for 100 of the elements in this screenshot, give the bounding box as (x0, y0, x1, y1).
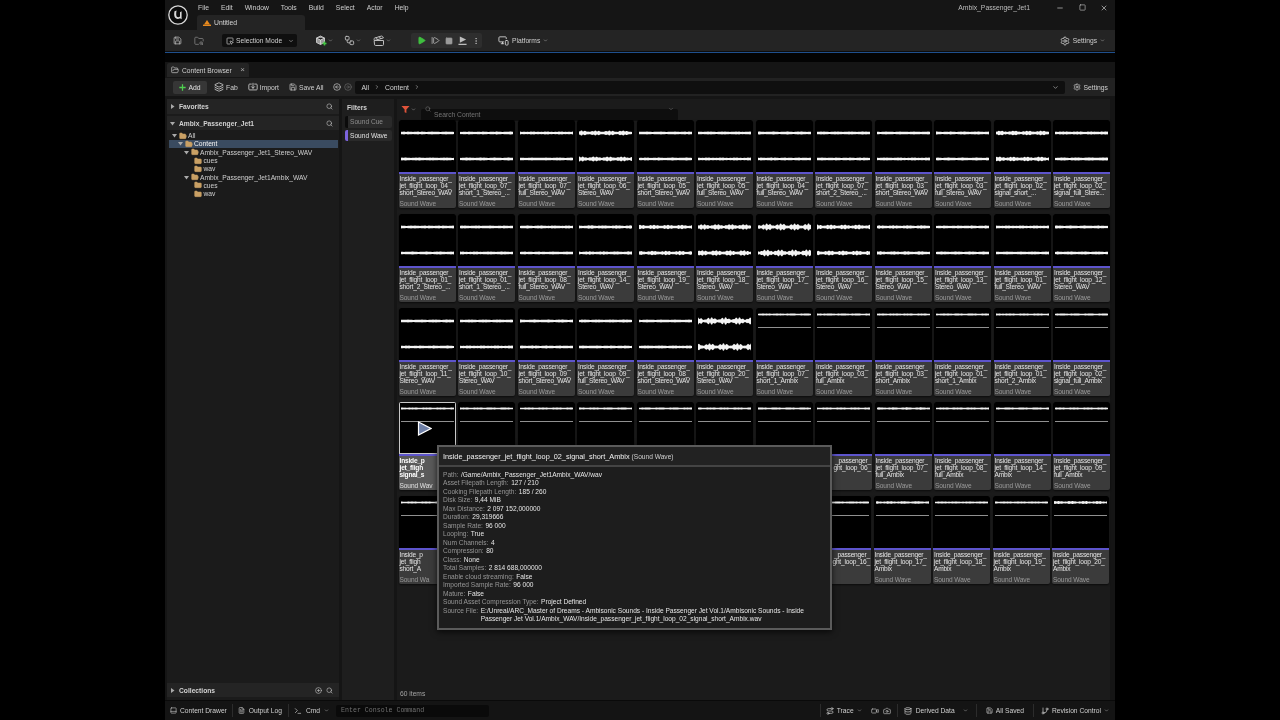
waveform-thumbnail (398, 119, 456, 172)
waveform-thumbnail (577, 213, 634, 266)
waveform-thumbnail (755, 213, 813, 266)
filter-button[interactable] (400, 103, 417, 115)
settings-icon (1073, 83, 1082, 91)
play-icon (417, 36, 426, 45)
waveform-thumbnail (934, 119, 991, 172)
devices-icon (498, 35, 509, 46)
waveform-thumbnail (934, 307, 991, 360)
settings-icon (1059, 35, 1070, 46)
caret-icon (386, 38, 391, 43)
simulate-button[interactable] (458, 36, 467, 45)
waveform-thumbnail (577, 119, 634, 172)
folder-open-icon (190, 173, 199, 182)
close-tab-button[interactable]: × (238, 66, 247, 74)
waveform-thumbnail (755, 119, 813, 172)
funnel-icon (401, 104, 410, 114)
waveform-thumbnail (815, 213, 872, 266)
route-icon (825, 706, 834, 715)
database-icon (903, 706, 912, 715)
waveform-thumbnail (458, 119, 515, 172)
waveform-thumbnail (993, 401, 1051, 454)
waveform-thumbnail (458, 213, 515, 266)
caret-icon (1104, 708, 1109, 713)
play-button[interactable] (417, 36, 426, 45)
cinematics-button[interactable] (373, 34, 391, 47)
arrow-left-icon (332, 83, 341, 91)
caret-icon (356, 38, 361, 43)
waveform-thumbnail (517, 307, 575, 360)
search-icon (425, 106, 431, 112)
blueprint-button[interactable] (344, 35, 361, 46)
waveform-thumbnail (933, 495, 990, 548)
more-button[interactable] (472, 36, 480, 45)
node-graph-icon (344, 35, 355, 46)
chevron-right-icon (374, 84, 381, 90)
more-icon (472, 36, 480, 45)
step-button[interactable] (431, 36, 440, 45)
waveform-thumbnail (1053, 401, 1110, 454)
close-icon (1100, 3, 1108, 12)
stop-button[interactable] (445, 36, 453, 45)
terminal-icon (293, 706, 302, 715)
add-actor-button[interactable] (315, 35, 333, 46)
caret-icon (856, 708, 862, 713)
waveform-thumbnail (815, 307, 872, 360)
branch-icon (1040, 706, 1049, 715)
landscape-icon (203, 19, 211, 26)
camera-icon (882, 706, 891, 715)
screenshot-button[interactable] (882, 706, 891, 715)
waveform-thumbnail (696, 213, 753, 266)
panel-icon (170, 707, 177, 714)
waveform-thumbnail (636, 213, 694, 266)
waveform-thumbnail (636, 119, 694, 172)
record-button[interactable] (870, 706, 879, 715)
search-icon (326, 119, 333, 127)
maximize-icon (1078, 4, 1086, 11)
waveform-thumbnail (1053, 119, 1110, 172)
pointer-icon (226, 36, 234, 45)
waveform-thumbnail (993, 307, 1051, 360)
caret-icon (328, 38, 333, 43)
waveform-thumbnail (1052, 495, 1109, 548)
waveform-thumbnail (636, 307, 694, 360)
logo-icon (168, 5, 188, 25)
waveform-thumbnail (934, 401, 991, 454)
waveform-thumbnail (992, 495, 1050, 548)
waveform-thumbnail (398, 401, 456, 454)
document-icon (237, 707, 245, 714)
waveform-thumbnail (696, 307, 753, 360)
waveform-thumbnail (934, 213, 991, 266)
cube-plus-icon (315, 35, 327, 46)
waveform-thumbnail (874, 213, 932, 266)
import-icon (247, 82, 258, 92)
caret-icon (668, 106, 674, 112)
caret-icon (543, 38, 549, 43)
caret-icon (324, 708, 330, 713)
waveform-thumbnail (815, 401, 872, 454)
back-button[interactable] (332, 83, 341, 91)
waveform-thumbnail (398, 307, 456, 360)
waveform-thumbnail (458, 307, 515, 360)
save-icon (173, 36, 182, 45)
plus-icon (179, 83, 187, 91)
save-icon (985, 707, 993, 714)
browse-button[interactable] (194, 35, 204, 46)
waveform-thumbnail (1053, 213, 1110, 266)
save-button[interactable] (173, 36, 182, 45)
waveform-thumbnail (398, 213, 456, 266)
search-icon (326, 103, 333, 110)
waveform-thumbnail (873, 495, 931, 548)
play-bar-icon (458, 36, 467, 45)
waveform-thumbnail (874, 401, 932, 454)
waveform-thumbnail (577, 307, 634, 360)
waveform-thumbnail (696, 119, 753, 172)
waveform-thumbnail (874, 307, 932, 360)
clapperboard-icon (373, 34, 385, 47)
folder-open-icon (184, 139, 193, 148)
chevron-right-icon (413, 84, 420, 90)
video-icon (870, 706, 879, 715)
waveform-thumbnail (517, 213, 575, 266)
waveform-thumbnail (874, 119, 932, 172)
waveform-thumbnail (755, 307, 813, 360)
play-icon[interactable] (416, 420, 432, 436)
